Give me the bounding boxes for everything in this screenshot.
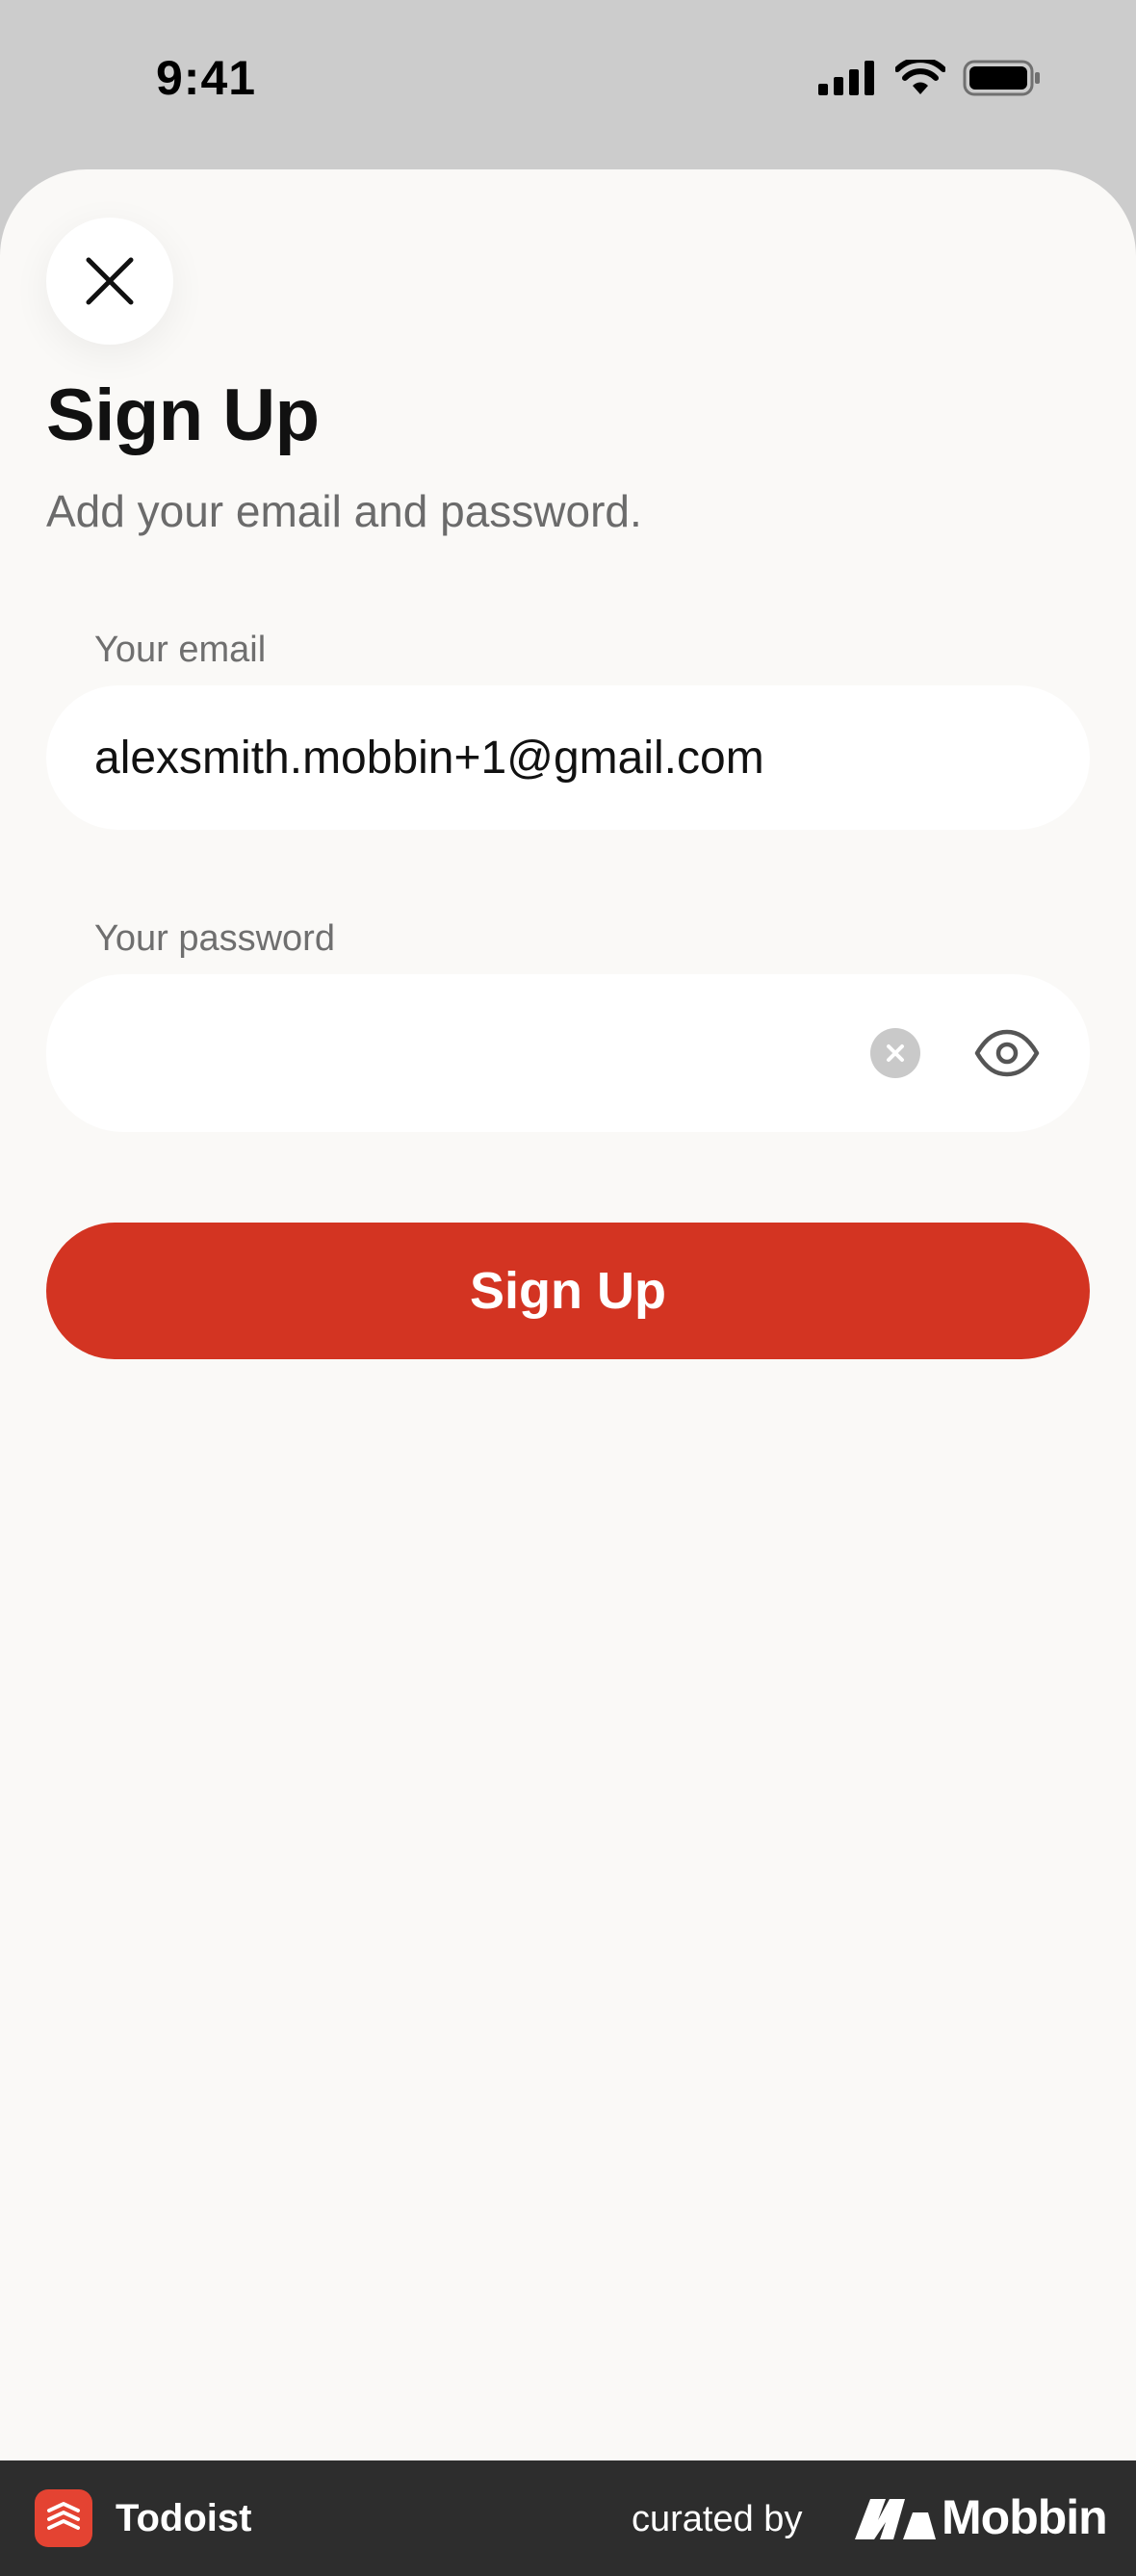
- eye-icon: [974, 1029, 1040, 1077]
- page-subtitle: Add your email and password.: [46, 486, 642, 536]
- close-button[interactable]: [46, 218, 173, 345]
- todoist-logo-icon: [35, 2489, 92, 2547]
- mobbin-logo-icon: [855, 2499, 936, 2539]
- password-label: Your password: [94, 918, 335, 959]
- mobbin-brand: Mobbin: [942, 2490, 1108, 2544]
- clear-icon: [887, 1044, 904, 1062]
- email-field[interactable]: alexsmith.mobbin+1@gmail.com: [46, 685, 1090, 830]
- status-icons: [818, 60, 1042, 96]
- email-label: Your email: [94, 630, 267, 670]
- page-title: Sign Up: [46, 374, 320, 456]
- signup-sheet: Sign Up Add your email and password. You…: [0, 169, 1136, 2460]
- wifi-icon: [895, 60, 945, 94]
- password-field[interactable]: [46, 974, 1090, 1132]
- cellular-signal-icon: [818, 61, 874, 95]
- curated-by-label: curated by: [632, 2499, 803, 2539]
- email-value: alexsmith.mobbin+1@gmail.com: [94, 732, 764, 784]
- status-time: 9:41: [156, 51, 257, 105]
- close-icon: [86, 257, 134, 305]
- toggle-password-visibility-button[interactable]: [970, 1022, 1044, 1084]
- signup-button[interactable]: Sign Up: [46, 1223, 1090, 1359]
- status-bar: 9:41: [0, 0, 1136, 169]
- battery-icon: [963, 60, 1040, 96]
- footer-bar: Todoist curated by Mobbin: [0, 2460, 1136, 2576]
- clear-password-button[interactable]: [870, 1028, 920, 1078]
- app-name: Todoist: [116, 2497, 252, 2539]
